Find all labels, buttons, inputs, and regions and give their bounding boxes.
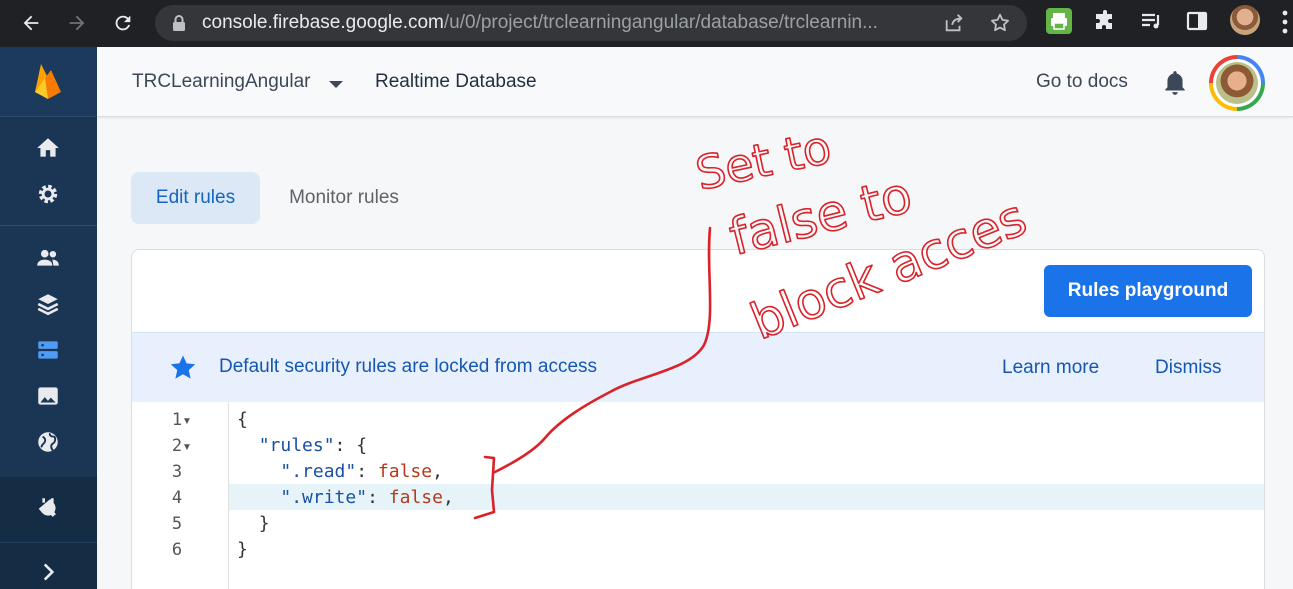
back-arrow-icon	[23, 15, 39, 31]
notifications-bell-icon[interactable]	[1162, 69, 1188, 97]
url-text: console.firebase.google.com/u/0/project/…	[202, 12, 878, 33]
settings-gear-icon[interactable]	[34, 180, 62, 208]
code-line-4: ".write": false,	[280, 487, 454, 508]
forward-arrow-icon	[69, 15, 85, 31]
fold-toggle-icon[interactable]: ▼	[182, 416, 192, 427]
line-number: 4	[171, 488, 183, 508]
security-banner: Default security rules are locked from a…	[132, 332, 1264, 402]
line-number: 6	[171, 540, 183, 560]
firebase-logo-icon	[35, 64, 61, 99]
puzzle-icon	[1096, 10, 1112, 29]
authentication-users-icon[interactable]	[34, 244, 62, 272]
tab-edit-rules[interactable]: Edit rules	[131, 172, 260, 224]
code-line-2: "rules": {	[258, 435, 368, 456]
extensions-button[interactable]	[1092, 8, 1118, 34]
address-bar[interactable]: console.firebase.google.com/u/0/project/…	[155, 5, 1027, 41]
extension-printer-icon[interactable]	[1046, 8, 1072, 34]
star-icon	[170, 355, 196, 379]
project-dropdown-icon[interactable]	[329, 81, 343, 88]
code-line-1: {	[237, 409, 248, 430]
back-button[interactable]	[16, 8, 46, 38]
media-control-button[interactable]	[1138, 8, 1164, 34]
printer-icon	[1051, 13, 1067, 30]
code-line-6: }	[237, 539, 248, 560]
learn-more-link[interactable]: Learn more	[1002, 357, 1099, 379]
lock-icon	[173, 15, 185, 31]
annotation-line-1: Set to	[691, 120, 836, 201]
extensions-plug-icon[interactable]	[34, 494, 62, 522]
sidebar-bottom-section	[0, 477, 97, 589]
side-panel-icon	[1186, 11, 1208, 31]
go-to-docs-link[interactable]: Go to docs	[1036, 71, 1128, 93]
forward-button[interactable]	[62, 8, 92, 38]
code-line-5: }	[258, 513, 270, 534]
expand-chevron-icon[interactable]	[34, 558, 62, 586]
rules-card: Rules playground Default security rules …	[131, 249, 1265, 589]
share-icon[interactable]	[943, 12, 965, 34]
banner-message: Default security rules are locked from a…	[219, 356, 598, 377]
hosting-globe-icon[interactable]	[34, 428, 62, 456]
page-title: Realtime Database	[375, 71, 537, 92]
rules-playground-button[interactable]: Rules playground	[1044, 265, 1252, 317]
side-panel-button[interactable]	[1184, 8, 1210, 34]
storage-photo-icon[interactable]	[34, 382, 62, 410]
tab-monitor-rules[interactable]: Monitor rules	[268, 172, 420, 224]
browser-toolbar: console.firebase.google.com/u/0/project/…	[0, 0, 1293, 47]
account-avatar[interactable]	[1209, 55, 1265, 111]
firebase-logo-area[interactable]	[0, 47, 97, 117]
profile-avatar[interactable]	[1230, 5, 1260, 35]
line-number-gutter: 1 ▼ 2 ▼ 3 4 5 6	[132, 402, 229, 589]
playlist-icon	[1142, 13, 1160, 29]
fold-toggle-icon[interactable]: ▼	[182, 442, 192, 453]
project-selector[interactable]: TRCLearningAngular	[132, 71, 311, 93]
more-menu-icon[interactable]	[1281, 8, 1289, 36]
bookmark-star-icon[interactable]	[989, 12, 1011, 34]
home-icon[interactable]	[34, 134, 62, 162]
reload-icon	[115, 15, 131, 31]
dismiss-button[interactable]: Dismiss	[1155, 357, 1222, 379]
line-number: 5	[171, 514, 183, 534]
code-line-3: ".read": false,	[280, 461, 443, 482]
firestore-layers-icon[interactable]	[34, 290, 62, 318]
console-sidebar	[0, 47, 97, 589]
rules-code-editor[interactable]: 1 ▼ 2 ▼ 3 4 5 6 { "rules": { ".read": fa…	[132, 402, 1264, 589]
reload-button[interactable]	[108, 8, 138, 38]
line-number: 3	[171, 462, 183, 482]
console-header: TRCLearningAngular Realtime Database Go …	[97, 47, 1293, 117]
realtime-database-icon[interactable]	[34, 336, 62, 364]
